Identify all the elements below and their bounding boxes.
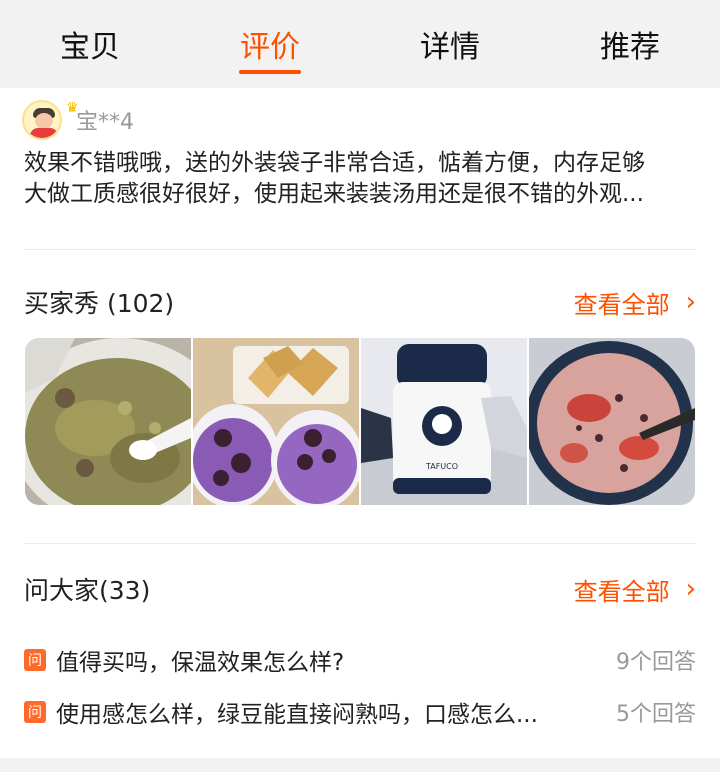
purple-rice-bowls-photo[interactable] <box>193 338 359 505</box>
crown-icon: ♛ <box>66 100 79 116</box>
tab-recommend[interactable]: 推荐 <box>540 0 720 88</box>
qa-view-all-button[interactable]: 查看全部 › <box>574 572 696 607</box>
bottom-gap <box>0 758 720 772</box>
qa-title: 问大家(33) <box>24 576 151 605</box>
bean-porridge-bowl-photo[interactable] <box>529 338 695 505</box>
child-avatar-icon <box>22 100 62 140</box>
qa-item[interactable]: 问 值得买吗，保温效果怎么样? 9个回答 <box>24 642 696 678</box>
buyer-show-title: 买家秀 (102) <box>24 289 175 318</box>
tab-details[interactable]: 详情 <box>360 0 540 88</box>
mung-bean-porridge-photo[interactable] <box>25 338 191 505</box>
tab-reviews[interactable]: 评价 <box>180 0 360 88</box>
review-user[interactable]: ♛ 宝**4 <box>22 98 134 142</box>
review-text-line-2: 大做工质感很好很好，使用起来装装汤用还是很不错的外观... <box>24 181 644 207</box>
chevron-right-icon: › <box>685 574 696 604</box>
qa-header: 问大家(33) 查看全部 › <box>24 569 696 609</box>
divider <box>24 249 696 250</box>
buyer-show-view-all-button[interactable]: 查看全部 › <box>574 285 696 320</box>
view-all-label: 查看全部 <box>573 290 670 319</box>
buyer-show-header: 买家秀 (102) 查看全部 › <box>24 282 696 322</box>
buyer-show-photos: TAFUCO <box>25 338 695 505</box>
svg-text:TAFUCO: TAFUCO <box>425 462 458 471</box>
qa-answer-count: 5个回答 <box>616 702 696 727</box>
review-username: 宝**4 <box>76 110 134 135</box>
reviews-card: ♛ 宝**4 效果不错哦哦，送的外装袋子非常合适，惦着方便，内存足够 大做工质感… <box>0 88 720 758</box>
chevron-right-icon: › <box>685 287 696 317</box>
question-badge-icon: 问 <box>24 701 46 723</box>
qa-item[interactable]: 问 使用感怎么样，绿豆能直接闷熟吗，口感怎么... 5个回答 <box>24 694 696 730</box>
view-all-label: 查看全部 <box>573 577 670 606</box>
review-text[interactable]: 效果不错哦哦，送的外装袋子非常合适，惦着方便，内存足够 大做工质感很好很好，使用… <box>24 148 704 210</box>
tab-baby[interactable]: 宝贝 <box>0 0 180 88</box>
qa-answer-count: 9个回答 <box>616 650 696 675</box>
qa-question: 使用感怎么样，绿豆能直接闷熟吗，口感怎么... <box>56 702 538 728</box>
divider <box>24 543 696 544</box>
qa-question: 值得买吗，保温效果怎么样? <box>56 650 345 676</box>
question-badge-icon: 问 <box>24 649 46 671</box>
review-text-line-1: 效果不错哦哦，送的外装袋子非常合适，惦着方便，内存足够 <box>24 150 645 176</box>
food-jar-thermos-photo[interactable]: TAFUCO <box>361 338 527 505</box>
top-tab-bar: 宝贝 评价 详情 推荐 <box>0 0 720 88</box>
